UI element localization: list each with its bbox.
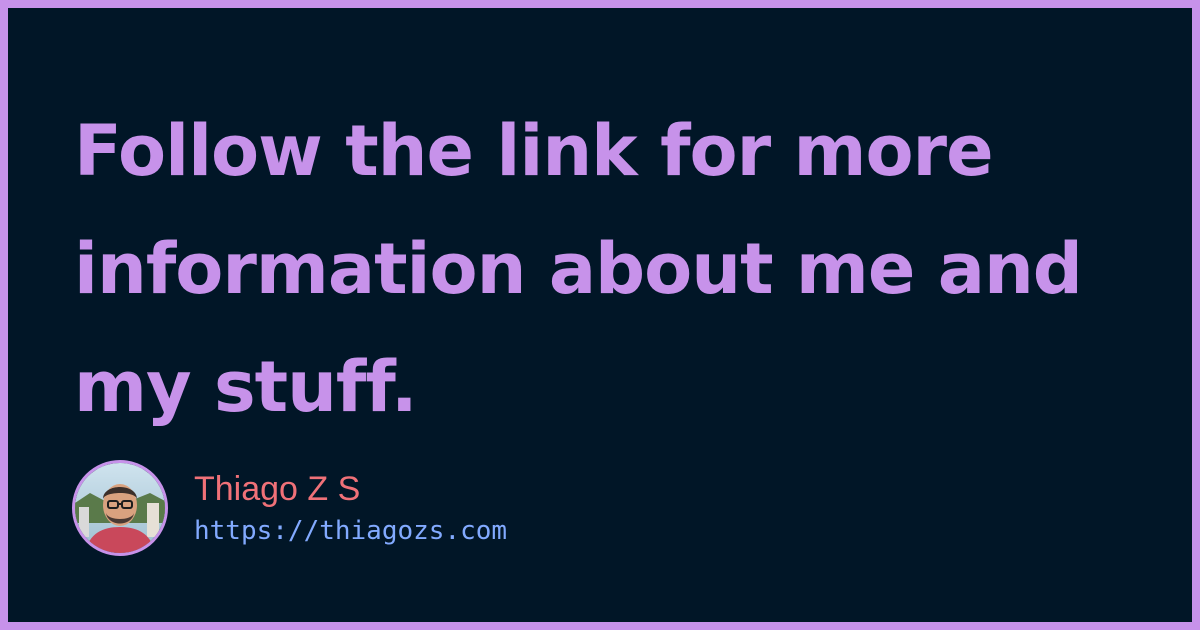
- author-link[interactable]: https://thiagozs.com: [194, 515, 507, 547]
- headline: Follow the link for more information abo…: [74, 110, 1083, 428]
- avatar-photo-icon: [75, 463, 165, 553]
- author-text: Thiago Z S https://thiagozs.com: [194, 469, 507, 547]
- avatar: [72, 460, 168, 556]
- author-block: Thiago Z S https://thiagozs.com: [72, 458, 507, 558]
- author-name: Thiago Z S: [194, 470, 361, 508]
- social-card: Follow the link for more information abo…: [8, 8, 1192, 622]
